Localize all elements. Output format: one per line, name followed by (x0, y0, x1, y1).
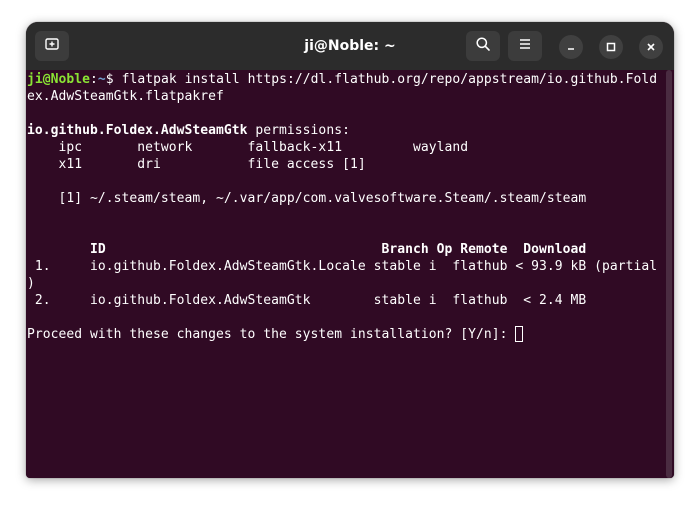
hamburger-menu-icon (517, 36, 533, 56)
terminal-output-area[interactable]: ji@Noble:~$ flatpak install https://dl.f… (26, 70, 674, 478)
search-button[interactable] (466, 31, 500, 61)
new-tab-icon (44, 36, 60, 56)
terminal-text: ji@Noble:~$ flatpak install https://dl.f… (27, 71, 657, 343)
minimize-button[interactable] (559, 35, 583, 59)
prompt-user: ji@Noble (27, 72, 91, 87)
table-row-1: 1. io.github.Foldex.AdwSteamGtk.Locale s… (27, 259, 658, 274)
permissions-label: permissions: (247, 123, 350, 138)
maximize-button[interactable] (599, 35, 623, 59)
table-row-2: 2. io.github.Foldex.AdwSteamGtk stable i… (27, 293, 587, 308)
search-icon (475, 36, 491, 56)
new-tab-button[interactable] (35, 31, 69, 61)
permissions-row-2: x11 dri file access [1] (27, 157, 366, 172)
table-header: ID Branch Op Remote Download (27, 242, 587, 257)
close-icon (645, 38, 657, 57)
close-button[interactable] (639, 35, 663, 59)
text-cursor (515, 326, 524, 342)
permissions-app-id: io.github.Foldex.AdwSteamGtk (27, 123, 248, 138)
maximize-icon (605, 38, 617, 57)
titlebar[interactable]: ji@Noble: ~ (26, 22, 674, 70)
command-line-1: flatpak install https://dl.flathub.org/r… (121, 72, 658, 87)
terminal-window: ji@Noble: ~ ji@Noble:~$ flatpak install … (26, 22, 674, 478)
file-access-note: [1] ~/.steam/steam, ~/.var/app/com.valve… (27, 191, 587, 206)
prompt-path: ~ (97, 72, 106, 87)
command-line-2: ex.AdwSteamGtk.flatpakref (27, 89, 224, 104)
menu-button[interactable] (508, 31, 542, 61)
scrollbar[interactable] (666, 70, 672, 478)
prompt-colon: : (90, 72, 98, 87)
permissions-row-1: ipc network fallback-x11 wayland (27, 140, 469, 155)
prompt-symbol: $ (105, 72, 122, 87)
table-row-1-wrap: ) (27, 276, 35, 291)
confirm-prompt: Proceed with these changes to the system… (27, 327, 516, 342)
minimize-icon (565, 38, 577, 57)
